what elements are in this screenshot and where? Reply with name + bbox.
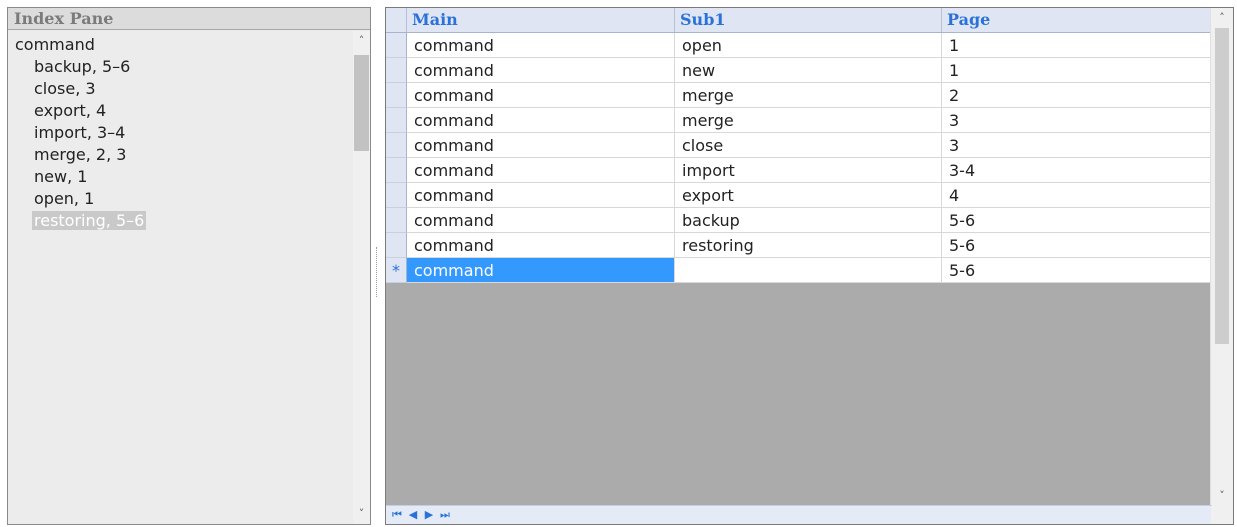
cell-main-active[interactable]: command [407,258,675,283]
row-selector[interactable] [386,33,407,58]
tree-item-restoring[interactable]: restoring, 5–6 [32,211,147,230]
chevron-down-icon[interactable]: ˅ [353,506,370,522]
row-selector[interactable] [386,58,407,83]
table-row[interactable]: command export 4 [386,183,1212,208]
cell-sub1[interactable]: close [675,133,942,158]
index-pane-title: Index Pane [8,8,370,30]
row-selector-header [386,8,407,32]
tree-item-import[interactable]: import, 3–4 [34,123,125,142]
tree-item-backup[interactable]: backup, 5–6 [34,57,130,76]
cell-main[interactable]: command [407,133,675,158]
chevron-up-icon[interactable]: ˄ [353,33,370,49]
next-record-icon[interactable]: ▶ [422,508,436,522]
row-selector[interactable] [386,208,407,233]
cell-main[interactable]: command [407,158,675,183]
cell-main[interactable]: command [407,108,675,133]
cell-sub1[interactable] [675,258,942,283]
cell-sub1[interactable]: merge [675,108,942,133]
table-row[interactable]: command merge 2 [386,83,1212,108]
chevron-down-icon[interactable]: ˅ [1211,488,1233,504]
last-record-icon[interactable]: ⏭ [438,508,452,522]
column-header-main[interactable]: Main [407,8,675,32]
new-record-row[interactable]: * command 5-6 [386,258,1212,283]
table-row[interactable]: command restoring 5-6 [386,233,1212,258]
row-selector[interactable] [386,83,407,108]
grid-header: Main Sub1 Page [386,8,1212,33]
cell-main[interactable]: command [407,233,675,258]
cell-page[interactable]: 1 [942,58,1212,83]
table-row[interactable]: command merge 3 [386,108,1212,133]
table-row[interactable]: command open 1 [386,33,1212,58]
cell-sub1[interactable]: export [675,183,942,208]
table-row[interactable]: command import 3-4 [386,158,1212,183]
tree-root-command[interactable]: command [15,35,95,54]
column-header-sub1[interactable]: Sub1 [675,8,942,32]
tree-item-merge[interactable]: merge, 2, 3 [34,145,126,164]
cell-page[interactable]: 1 [942,33,1212,58]
cell-sub1[interactable]: import [675,158,942,183]
cell-page[interactable]: 3 [942,108,1212,133]
tree-item-open[interactable]: open, 1 [34,189,94,208]
chevron-up-icon[interactable]: ˄ [1211,10,1233,26]
previous-record-icon[interactable]: ◀ [406,508,420,522]
tree-item-new[interactable]: new, 1 [34,167,87,186]
cell-main[interactable]: command [407,33,675,58]
tree-item-close[interactable]: close, 3 [34,79,96,98]
record-navigator: ⏮ ◀ ▶ ⏭ [386,505,1212,524]
cell-page[interactable]: 5-6 [942,258,1212,283]
cell-sub1[interactable]: merge [675,83,942,108]
cell-main[interactable]: command [407,83,675,108]
first-record-icon[interactable]: ⏮ [390,508,404,522]
table-row[interactable]: command close 3 [386,133,1212,158]
tree-item-export[interactable]: export, 4 [34,101,106,120]
cell-page[interactable]: 3 [942,133,1212,158]
cell-page[interactable]: 3-4 [942,158,1212,183]
column-header-page[interactable]: Page [942,8,1212,32]
cell-page[interactable]: 4 [942,183,1212,208]
row-selector[interactable] [386,233,407,258]
grid-scroll-thumb[interactable] [1215,28,1229,344]
table-row[interactable]: command new 1 [386,58,1212,83]
cell-main[interactable]: command [407,183,675,208]
cell-sub1[interactable]: open [675,33,942,58]
index-tree[interactable]: command backup, 5–6 close, 3 export, 4 i… [8,31,353,524]
scrollbar-corner [1211,506,1233,524]
row-selector[interactable] [386,108,407,133]
data-grid: Main Sub1 Page command open 1 command ne… [385,7,1234,525]
pane-splitter[interactable] [375,7,384,525]
grid-vertical-scrollbar[interactable]: ˄ ˅ [1210,8,1233,506]
cell-sub1[interactable]: new [675,58,942,83]
cell-main[interactable]: command [407,208,675,233]
row-selector[interactable] [386,158,407,183]
table-row[interactable]: command backup 5-6 [386,208,1212,233]
index-pane: Index Pane command backup, 5–6 close, 3 … [7,7,371,525]
new-record-marker[interactable]: * [386,258,407,283]
cell-main[interactable]: command [407,58,675,83]
index-vertical-scrollbar[interactable]: ˄ ˅ [353,31,370,524]
cell-sub1[interactable]: backup [675,208,942,233]
cell-page[interactable]: 5-6 [942,233,1212,258]
row-selector[interactable] [386,133,407,158]
index-scroll-thumb[interactable] [354,55,369,151]
cell-page[interactable]: 5-6 [942,208,1212,233]
cell-page[interactable]: 2 [942,83,1212,108]
cell-sub1[interactable]: restoring [675,233,942,258]
row-selector[interactable] [386,183,407,208]
splitter-grip[interactable] [376,247,381,297]
